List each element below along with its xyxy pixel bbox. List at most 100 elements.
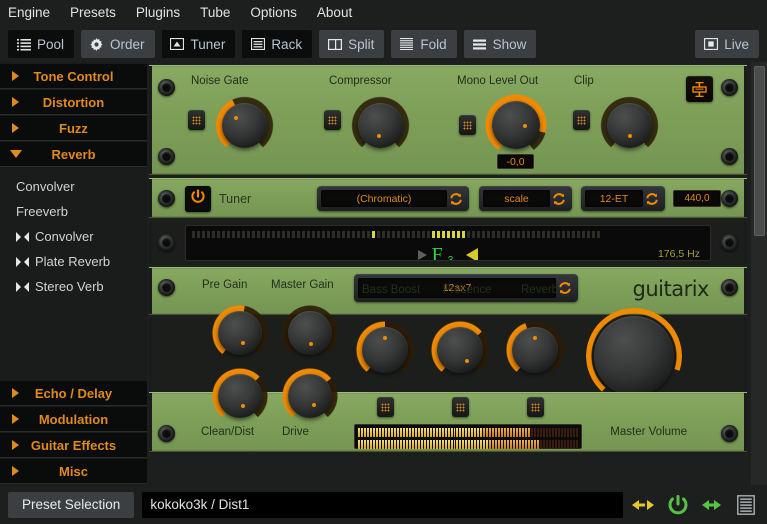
list-icon[interactable] [733, 492, 759, 518]
knob-master-gain[interactable] [288, 311, 332, 355]
meter-segment [468, 428, 471, 437]
meter-segment [516, 428, 519, 437]
tuner-note-selector[interactable]: (Chromatic) [317, 186, 469, 211]
knob-drive[interactable] [288, 374, 332, 418]
toolbar-button-rack[interactable]: Rack [242, 30, 313, 58]
noise-gate-preset-pad[interactable] [188, 110, 205, 130]
rack-scrollbar[interactable] [751, 62, 767, 485]
meter-row-right [358, 440, 578, 449]
screw [721, 425, 738, 442]
knob-presence[interactable] [437, 327, 483, 373]
meter-segment [411, 428, 414, 437]
clip-preset-pad[interactable] [573, 110, 590, 130]
plugin-item-convolver[interactable]: Convolver [0, 174, 147, 199]
menu-item-plugins[interactable]: Plugins [136, 0, 180, 26]
knob-reverb[interactable] [512, 327, 558, 373]
plugin-item-freeverb[interactable]: Freeverb [0, 199, 147, 224]
knob-bass-boost[interactable] [362, 327, 408, 373]
tuner-tick [457, 231, 460, 238]
toolbar-button-rack-label: Rack [271, 36, 303, 52]
menu-item-engine[interactable]: Engine [8, 0, 50, 26]
tuner-tick [597, 231, 600, 238]
meter-segment [480, 440, 483, 449]
sidebar-category-distortion[interactable]: Distortion [0, 90, 147, 115]
meter-segment [372, 440, 375, 449]
plugin-item-convolver-stereo[interactable]: Convolver [0, 224, 147, 249]
mono-level-out-readout[interactable]: -0,0 [497, 154, 534, 169]
meter-segment [575, 440, 578, 449]
meter-segment [378, 428, 381, 437]
refresh-icon[interactable] [447, 192, 465, 206]
prev-next-icon[interactable] [631, 492, 657, 518]
tuner-tick [517, 231, 520, 238]
knob-pre-gain[interactable] [218, 311, 262, 355]
preset-name-field[interactable]: kokoko3k / Dist1 [142, 491, 623, 518]
sidebar-category-modulation[interactable]: Modulation [0, 407, 147, 432]
refresh-icon[interactable] [643, 192, 661, 206]
meter-segment [477, 440, 480, 449]
sidebar-category-echo-delay[interactable]: Echo / Delay [0, 381, 147, 406]
sidebar-category-tone-control[interactable]: Tone Control [0, 64, 147, 89]
meter-segment [432, 428, 435, 437]
io-link-icon[interactable] [686, 76, 713, 102]
bass-boost-preset-pad[interactable] [377, 397, 394, 417]
tuner-reference-readout[interactable]: 440,0 [673, 190, 721, 207]
tuner-temperament-selector[interactable]: 12-ET [581, 186, 665, 211]
tuner-display[interactable]: F 3 176,5 Hz [185, 225, 711, 261]
compressor-preset-pad[interactable] [324, 110, 341, 130]
knob-mono-level-out[interactable] [492, 101, 540, 149]
sidebar-category-misc[interactable]: Misc [0, 459, 147, 484]
chevron-right-icon [12, 123, 19, 133]
knob-compressor[interactable] [358, 103, 403, 148]
tuner-tick [442, 231, 445, 238]
tuner-tick [592, 231, 595, 238]
tuner-power-button[interactable] [185, 186, 211, 212]
power-icon[interactable] [665, 492, 691, 518]
tuner-scale-selector[interactable]: scale [479, 186, 572, 211]
refresh-icon[interactable] [556, 281, 574, 295]
mono-level-preset-pad[interactable] [459, 115, 476, 135]
toolbar-button-live[interactable]: Live [695, 30, 759, 58]
menu-item-presets[interactable]: Presets [70, 0, 116, 26]
knob-clean-dist[interactable] [218, 374, 262, 418]
preset-selection-button[interactable]: Preset Selection [8, 491, 135, 518]
meter-segment [399, 440, 402, 449]
presence-preset-pad[interactable] [452, 397, 469, 417]
meter-segment [554, 428, 557, 437]
plugin-item-stereo-verb[interactable]: Stereo Verb [0, 274, 147, 299]
toolbar-button-fold[interactable]: Fold [391, 30, 457, 58]
toolbar-button-order[interactable]: Order [81, 30, 155, 58]
sidebar-category-fuzz[interactable]: Fuzz [0, 116, 147, 141]
reverb-preset-pad[interactable] [527, 397, 544, 417]
meter-segment [384, 440, 387, 449]
toolbar-button-show[interactable]: Show [463, 30, 537, 58]
screw [158, 234, 175, 251]
grid-icon [192, 115, 201, 125]
meter-segment [495, 440, 498, 449]
meter-segment [438, 440, 441, 449]
bypass-icon[interactable] [699, 492, 725, 518]
knob-master-volume[interactable] [594, 316, 674, 396]
meter-segment [501, 440, 504, 449]
sidebar-category-reverb[interactable]: Reverb [0, 142, 147, 167]
main-area: Tone Control Distortion Fuzz Reverb Conv… [0, 62, 767, 485]
tuner-tick [542, 231, 545, 238]
toolbar-button-fold-label: Fold [420, 36, 447, 52]
menu-item-about[interactable]: About [317, 0, 352, 26]
toolbar-button-split[interactable]: Split [319, 30, 385, 58]
menu-item-options[interactable]: Options [250, 0, 297, 26]
refresh-icon[interactable] [550, 192, 568, 206]
meter-segment [396, 428, 399, 437]
knob-clip[interactable] [607, 103, 652, 148]
plugin-item-plate-reverb[interactable]: Plate Reverb [0, 249, 147, 274]
tuner-tick [567, 231, 570, 238]
toolbar-button-pool[interactable]: Pool [8, 30, 75, 58]
rack-scrollbar-thumb[interactable] [754, 66, 765, 236]
toolbar-button-tuner[interactable]: Tuner [161, 30, 236, 58]
knob-indicator [241, 404, 245, 408]
knob-noise-gate[interactable] [222, 103, 267, 148]
menu-item-tube[interactable]: Tube [200, 0, 230, 26]
toolbar-button-split-label: Split [348, 36, 375, 52]
chevron-right-icon [12, 466, 19, 476]
sidebar-category-guitar-effects[interactable]: Guitar Effects [0, 433, 147, 458]
